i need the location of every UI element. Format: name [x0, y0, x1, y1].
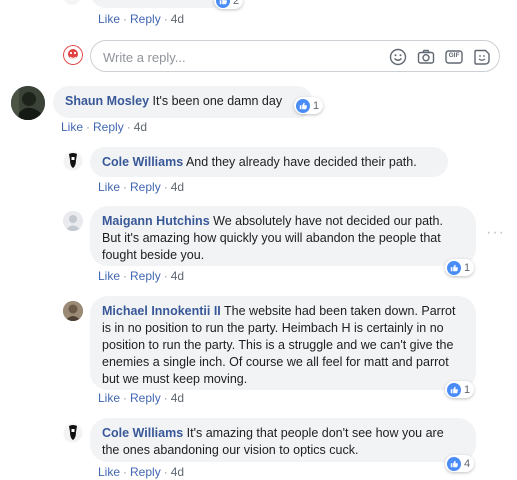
timestamp[interactable]: 4d [171, 12, 184, 26]
thumbs-up-icon [216, 0, 230, 8]
comment-bubble: Michael Innokentii II The website had be… [90, 296, 476, 390]
reply-link[interactable]: Reply [130, 269, 161, 283]
comment-bubble: Maigann Hutchins We absolutely have not … [90, 206, 476, 266]
thumbs-up-icon [447, 260, 461, 275]
reply-link[interactable]: Reply [130, 465, 161, 479]
comment-text: It's been one damn day [152, 94, 283, 108]
reaction-count: 1 [464, 383, 471, 396]
timestamp[interactable]: 4d [171, 180, 184, 194]
gif-icon[interactable]: GIF [445, 48, 463, 66]
reaction-count: 1 [464, 261, 471, 274]
reply-link[interactable]: Reply [130, 180, 161, 194]
comment-actions: Like · Reply · 4d [98, 12, 185, 26]
comment-author[interactable]: Cole Williams [102, 155, 183, 169]
reply-link[interactable]: Reply [130, 391, 161, 405]
reply-input[interactable] [101, 47, 375, 67]
comment-bubble: Cole Williams And they already have deci… [90, 147, 448, 177]
comment-actions: Like · Reply · 4d [98, 391, 185, 405]
like-link[interactable]: Like [98, 391, 120, 405]
reply-link[interactable]: Reply [130, 12, 161, 26]
like-link[interactable]: Like [98, 465, 120, 479]
reaction-count-badge[interactable]: 4 [445, 455, 475, 472]
avatar[interactable] [63, 211, 83, 231]
comment-bubble: Shaun Mosley It's been one damn day [53, 86, 313, 118]
timestamp[interactable]: 4d [134, 120, 147, 134]
reaction-count-badge[interactable]: 1 [445, 259, 475, 276]
avatar[interactable] [11, 86, 45, 120]
camera-icon[interactable] [417, 48, 435, 66]
timestamp[interactable]: 4d [171, 269, 184, 283]
comment-actions: Like · Reply · 4d [98, 465, 185, 479]
more-options-icon[interactable]: ··· [486, 224, 505, 242]
smiley-icon[interactable] [389, 48, 407, 66]
reaction-count: 4 [464, 457, 471, 470]
gif-icon-label: GIF [448, 52, 460, 59]
like-link[interactable]: Like [98, 12, 120, 26]
thumbs-up-icon [296, 98, 310, 113]
reply-composer: GIF [90, 40, 500, 72]
reaction-count: 2 [233, 0, 240, 7]
thumbs-up-icon [447, 382, 461, 397]
timestamp[interactable]: 4d [171, 391, 184, 405]
comment-actions: Like · Reply · 4d [98, 180, 185, 194]
comment-author[interactable]: Maigann Hutchins [102, 214, 210, 228]
avatar[interactable] [63, 423, 83, 443]
avatar[interactable] [63, 151, 83, 171]
like-link[interactable]: Like [98, 269, 120, 283]
comment-actions: Like · Reply · 4d [98, 269, 185, 283]
comment-bubble: Cole Williams It's amazing that people d… [90, 418, 476, 462]
reaction-count-badge[interactable]: 1 [445, 381, 475, 398]
thumbs-up-icon [447, 456, 461, 471]
comment-text: And they already have decided their path… [185, 155, 417, 169]
reaction-count-badge[interactable]: 1 [294, 97, 324, 114]
timestamp[interactable]: 4d [171, 465, 184, 479]
avatar[interactable] [63, 301, 83, 321]
comment-author[interactable]: Shaun Mosley [65, 94, 149, 108]
comment-author[interactable]: Michael Innokentii II [102, 304, 221, 318]
avatar[interactable] [62, 0, 82, 6]
sticker-icon[interactable] [473, 48, 491, 66]
like-link[interactable]: Like [98, 180, 120, 194]
reaction-count-badge[interactable]: 2 [214, 0, 244, 9]
comment-actions: Like · Reply · 4d [61, 120, 148, 134]
like-link[interactable]: Like [61, 120, 83, 134]
current-user-avatar[interactable] [63, 45, 83, 65]
reaction-count: 1 [313, 99, 320, 112]
comment-author[interactable]: Cole Williams [102, 426, 183, 440]
reply-link[interactable]: Reply [93, 120, 124, 134]
